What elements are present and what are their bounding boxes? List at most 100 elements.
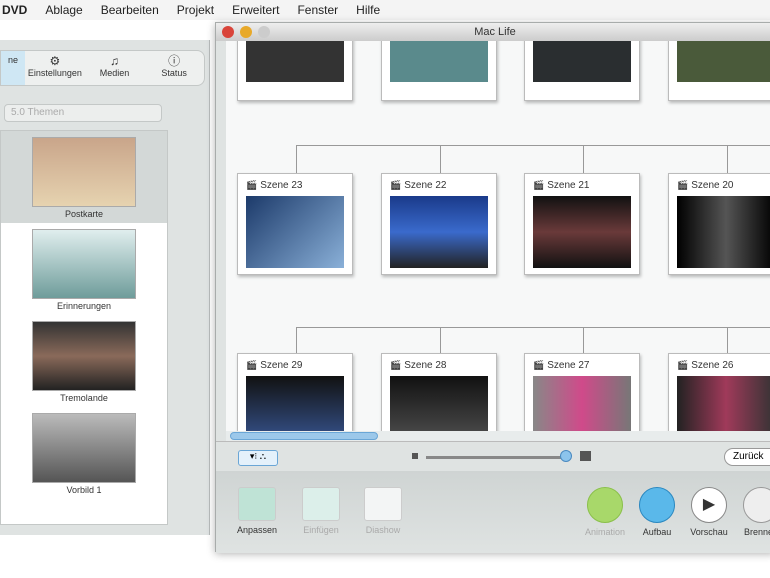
sidebar-tabs: ne ⚙ Einstellungen ♫ Medien ⓘ Status (0, 50, 205, 86)
scene-preview (246, 376, 344, 431)
scene-tile[interactable] (668, 41, 770, 101)
slideshow-button[interactable]: Diashow (358, 487, 408, 535)
button-label: Aufbau (642, 527, 672, 537)
bottom-toolbar: Anpassen Einfügen Diashow Animation Aufb… (216, 471, 770, 553)
scene-name: Szene 26 (677, 360, 770, 376)
title-bar[interactable]: Mac Life (216, 23, 770, 41)
theme-set-select[interactable]: 5.0 Themen (4, 104, 162, 122)
scene-preview (246, 196, 344, 268)
horizontal-scrollbar[interactable] (226, 431, 770, 441)
scene-tile[interactable]: Szene 28 (381, 353, 497, 431)
menu-hilfe[interactable]: Hilfe (356, 3, 380, 17)
motion-button[interactable]: Animation (580, 487, 630, 537)
theme-item[interactable]: Vorbild 1 (1, 407, 167, 499)
back-button[interactable]: Zurück (724, 448, 770, 466)
menu-dvd[interactable]: DVD (2, 3, 27, 17)
burn-icon (743, 487, 770, 523)
menu-bearbeiten[interactable]: Bearbeiten (101, 3, 159, 17)
scene-preview (390, 376, 488, 431)
project-window: Mac Life Szene 23 Szene 22 Szene 21 Szen… (215, 22, 770, 553)
theme-label: Vorbild 1 (66, 485, 102, 495)
tab-label: Status (161, 68, 187, 78)
tab-themes[interactable]: ne (1, 51, 25, 85)
theme-label: Tremolande (60, 393, 108, 403)
connector-line (296, 145, 770, 146)
tab-settings[interactable]: ⚙ Einstellungen (25, 51, 85, 85)
theme-thumbnail (32, 229, 136, 299)
scene-tile[interactable]: Szene 26 (668, 353, 770, 431)
theme-label: Erinnerungen (56, 301, 112, 311)
info-icon: ⓘ (168, 54, 181, 68)
theme-thumbnail (32, 137, 136, 207)
menu-fenster[interactable]: Fenster (297, 3, 338, 17)
connector-line (296, 145, 297, 173)
scene-preview (390, 41, 488, 82)
button-label: Vorschau (690, 527, 728, 537)
scene-preview (390, 196, 488, 268)
scene-name: Szene 22 (390, 180, 488, 196)
scene-preview (533, 196, 631, 268)
scene-name: Szene 21 (533, 180, 631, 196)
scene-name: Szene 29 (246, 360, 344, 376)
menu-projekt[interactable]: Projekt (177, 3, 214, 17)
tab-media[interactable]: ♫ Medien (85, 51, 145, 85)
menu-ablage[interactable]: Ablage (45, 3, 82, 17)
theme-item[interactable]: Postkarte (1, 131, 167, 223)
menu-map-tree: Szene 23 Szene 22 Szene 21 Szene 20 Szen… (226, 41, 770, 431)
view-mode-button[interactable]: ▾⁝ ⛬ (238, 450, 278, 466)
scene-name: Szene 20 (677, 180, 770, 196)
scene-name: Szene 27 (533, 360, 631, 376)
scene-preview (677, 41, 770, 82)
insert-icon (302, 487, 340, 521)
theme-item[interactable]: Tremolande (1, 315, 167, 407)
insert-button[interactable]: Einfügen (296, 487, 346, 535)
scene-tile[interactable]: Szene 21 (524, 173, 640, 275)
theme-thumbnail (32, 413, 136, 483)
scrollbar-thumb[interactable] (230, 432, 378, 440)
theme-item[interactable]: Erinnerungen (1, 223, 167, 315)
connector-line (727, 327, 728, 353)
theme-list[interactable]: Postkarte Erinnerungen Tremolande Vorbil… (0, 130, 168, 525)
menu-erweitert[interactable]: Erweitert (232, 3, 279, 17)
button-label: Animation (584, 527, 626, 537)
customize-button[interactable]: Anpassen (232, 487, 282, 535)
scene-tile[interactable] (381, 41, 497, 101)
tab-label: Einstellungen (27, 68, 82, 78)
scene-tile[interactable]: Szene 27 (524, 353, 640, 431)
scene-preview (533, 376, 631, 431)
sidebar-panel: ne ⚙ Einstellungen ♫ Medien ⓘ Status 5.0 Th… (0, 40, 210, 535)
scene-preview (533, 41, 631, 82)
tab-status[interactable]: ⓘ Status (144, 51, 204, 85)
connector-line (583, 327, 584, 353)
zoom-slider[interactable] (426, 456, 566, 459)
close-button[interactable] (222, 26, 234, 38)
theme-label: Postkarte (64, 209, 104, 219)
scene-tile[interactable] (524, 41, 640, 101)
zoom-button[interactable] (258, 26, 270, 38)
preview-button[interactable]: ▶ Vorschau (684, 487, 734, 537)
tab-label: ne (7, 55, 18, 65)
play-icon: ▶ (691, 487, 727, 523)
minimize-button[interactable] (240, 26, 252, 38)
button-label: Einfügen (303, 525, 339, 535)
map-button[interactable]: Aufbau (632, 487, 682, 537)
scene-tile[interactable]: Szene 29 (237, 353, 353, 431)
map-icon (639, 487, 675, 523)
scene-tile[interactable]: Szene 23 (237, 173, 353, 275)
scene-name: Szene 23 (246, 180, 344, 196)
map-controls: ▾⁝ ⛬ Zurück (216, 441, 770, 471)
scene-tile[interactable] (237, 41, 353, 101)
connector-line (583, 145, 584, 173)
menu-bar: DVD Ablage Bearbeiten Projekt Erweitert … (0, 0, 770, 20)
button-label: Brennen (743, 527, 770, 537)
button-label: Anpassen (236, 525, 278, 535)
zoom-slider-knob[interactable] (560, 450, 572, 462)
motion-icon (587, 487, 623, 523)
burn-button[interactable]: Brennen (736, 487, 770, 537)
scene-tile[interactable]: Szene 20 (668, 173, 770, 275)
theme-thumbnail (32, 321, 136, 391)
gear-icon: ⚙ (49, 54, 61, 68)
scene-tile[interactable]: Szene 22 (381, 173, 497, 275)
connector-line (727, 145, 728, 173)
scene-preview (677, 376, 770, 431)
